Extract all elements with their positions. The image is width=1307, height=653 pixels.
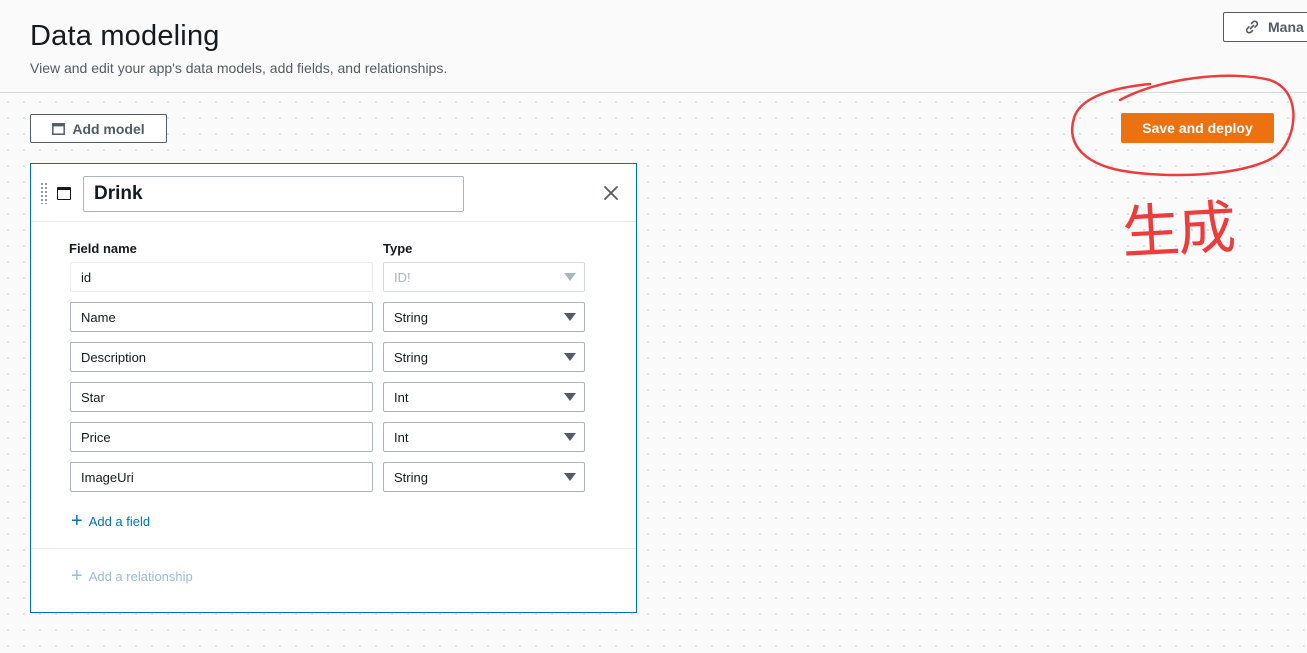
model-card-drink: Field name Type ID! String String Int In…: [30, 163, 637, 613]
field-type-select[interactable]: Int: [383, 422, 585, 452]
manage-button[interactable]: Mana: [1223, 12, 1307, 42]
drag-handle-icon[interactable]: [40, 182, 48, 204]
model-card-header: [31, 164, 636, 222]
plus-icon: +: [71, 510, 83, 532]
dropdown-caret-icon: [564, 273, 576, 281]
field-type-value: Int: [394, 389, 409, 405]
field-name-input[interactable]: [70, 462, 373, 492]
table-icon: [52, 122, 66, 135]
field-type-value: String: [394, 349, 428, 365]
type-column-header: Type: [383, 241, 413, 256]
table-icon: [57, 187, 71, 200]
page-subtitle: View and edit your app's data models, ad…: [30, 60, 448, 76]
field-type-select[interactable]: String: [383, 462, 585, 492]
link-icon: [1245, 20, 1259, 34]
manage-button-label: Mana: [1268, 19, 1304, 35]
add-model-button[interactable]: Add model: [30, 114, 167, 143]
field-type-select[interactable]: String: [383, 342, 585, 372]
dropdown-caret-icon: [564, 473, 576, 481]
dropdown-caret-icon: [564, 433, 576, 441]
dropdown-caret-icon: [564, 393, 576, 401]
dropdown-caret-icon: [564, 353, 576, 361]
field-name-input[interactable]: [70, 302, 373, 332]
field-name-input[interactable]: [70, 422, 373, 452]
page-header: Data modeling View and edit your app's d…: [0, 0, 1307, 93]
field-name-input[interactable]: [70, 262, 373, 292]
model-name-input[interactable]: [83, 176, 464, 212]
close-icon: [604, 186, 618, 200]
close-model-button[interactable]: [601, 183, 621, 203]
add-field-link[interactable]: + Add a field: [71, 510, 151, 532]
add-field-label: Add a field: [88, 514, 151, 529]
field-name-input[interactable]: [70, 342, 373, 372]
field-type-value: String: [394, 469, 428, 485]
dropdown-caret-icon: [564, 313, 576, 321]
plus-icon: +: [71, 565, 83, 587]
add-model-label: Add model: [72, 120, 145, 137]
field-type-select[interactable]: ID!: [383, 262, 585, 292]
field-type-value: Int: [394, 429, 409, 445]
page-title: Data modeling: [30, 20, 220, 52]
divider: [31, 548, 636, 549]
field-name-column-header: Field name: [69, 241, 137, 256]
add-relationship-link[interactable]: + Add a relationship: [71, 565, 193, 587]
save-and-deploy-label: Save and deploy: [1142, 120, 1253, 136]
field-type-select[interactable]: String: [383, 302, 585, 332]
field-type-select[interactable]: Int: [383, 382, 585, 412]
field-name-input[interactable]: [70, 382, 373, 412]
add-relationship-label: Add a relationship: [88, 569, 193, 584]
field-type-value: ID!: [394, 269, 411, 285]
field-type-value: String: [394, 309, 428, 325]
save-and-deploy-button[interactable]: Save and deploy: [1121, 113, 1274, 143]
